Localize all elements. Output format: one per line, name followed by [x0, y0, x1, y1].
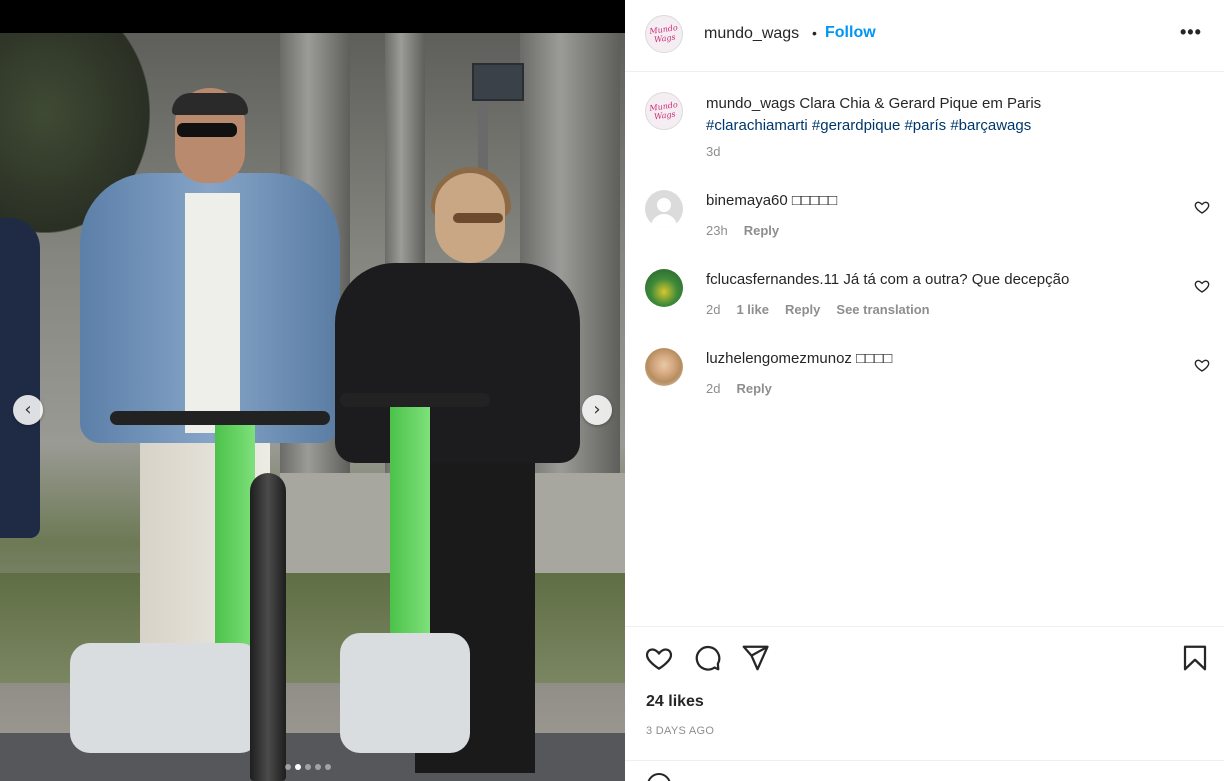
avatar-logo: Mundo Wags	[648, 23, 679, 45]
street-sign	[472, 63, 524, 101]
comment-text: fclucasfernandes.11 Já tá com a outra? Q…	[706, 271, 1069, 288]
chevron-left-icon: ‹	[24, 399, 32, 420]
carousel-dot	[305, 764, 311, 770]
scooter-base	[340, 633, 470, 753]
comment-body: □□□□	[856, 350, 893, 367]
post-header: Mundo Wags mundo_wags • Follow •••	[625, 0, 1224, 72]
next-slide-button[interactable]: ›	[582, 395, 612, 425]
heart-icon[interactable]	[1194, 357, 1210, 373]
commenter-username[interactable]: binemaya60	[706, 192, 788, 209]
heart-icon[interactable]	[1194, 199, 1210, 215]
carousel-dots	[285, 764, 331, 770]
comment: luzhelengomezmunoz □□□□ 2d Reply	[625, 347, 1224, 407]
commenter-avatar[interactable]	[645, 348, 683, 386]
author-avatar[interactable]: Mundo Wags	[645, 15, 683, 53]
caption-username[interactable]: mundo_wags	[706, 95, 795, 112]
white-shirt	[185, 193, 240, 433]
author-username[interactable]: mundo_wags	[704, 25, 799, 43]
caption-text: mundo_wags Clara Chia & Gerard Pique em …	[706, 93, 1206, 137]
comment-text: binemaya60 □□□□□	[706, 192, 837, 209]
comment: fclucasfernandes.11 Já tá com a outra? Q…	[625, 268, 1224, 328]
commenter-avatar[interactable]	[645, 269, 683, 307]
more-options-icon[interactable]: •••	[1180, 22, 1202, 43]
comment-likes[interactable]: 1 like	[736, 302, 769, 317]
commenter-avatar[interactable]	[645, 190, 683, 228]
photo-top-bar	[0, 0, 625, 33]
comment-meta: 23h Reply	[706, 223, 779, 238]
carousel-dot	[315, 764, 321, 770]
scooter-stem	[215, 413, 255, 653]
commenter-username[interactable]: fclucasfernandes.11	[706, 271, 839, 288]
carousel-dot	[285, 764, 291, 770]
post-photo: ‹ ›	[0, 0, 625, 781]
carousel-dot	[295, 764, 301, 770]
photo-scene	[0, 33, 625, 781]
comment-meta: 2d Reply	[706, 381, 772, 396]
comment-body: Já tá com a outra? Que decepção	[843, 271, 1070, 288]
heart-icon[interactable]	[1194, 278, 1210, 294]
hashtag[interactable]: #clarachiamarti	[706, 117, 808, 134]
caption-body: Clara Chia & Gerard Pique em Paris	[799, 95, 1042, 112]
caption-time[interactable]: 3d	[706, 144, 720, 159]
see-translation-button[interactable]: See translation	[836, 302, 929, 317]
reply-button[interactable]: Reply	[744, 223, 779, 238]
bookmark-icon[interactable]	[1180, 643, 1210, 673]
comment-time[interactable]: 2d	[706, 302, 720, 317]
reply-button[interactable]: Reply	[785, 302, 820, 317]
commenter-username[interactable]: luzhelengomezmunoz	[706, 350, 852, 367]
separator-dot: •	[812, 25, 817, 41]
scooter-stem	[390, 393, 430, 643]
likes-count[interactable]: 24 likes	[646, 693, 704, 711]
previous-slide-button[interactable]: ‹	[13, 395, 43, 425]
comment-text: luzhelengomezmunoz □□□□	[706, 350, 892, 367]
scooter-handlebar	[110, 411, 330, 425]
comment-icon[interactable]	[692, 643, 722, 673]
heart-icon[interactable]	[644, 643, 674, 673]
comment-meta: 2d 1 like Reply See translation	[706, 302, 930, 317]
bandana	[172, 93, 248, 115]
comment-time[interactable]: 2d	[706, 381, 720, 396]
partial-person	[0, 218, 40, 538]
carousel-dot	[325, 764, 331, 770]
bollard	[250, 473, 286, 781]
sunglasses	[453, 213, 503, 223]
post-actions: 24 likes 3 DAYS AGO	[625, 626, 1224, 781]
post-date[interactable]: 3 DAYS AGO	[646, 725, 714, 737]
caption-avatar[interactable]: Mundo Wags	[645, 92, 683, 130]
post-panel: Mundo Wags mundo_wags • Follow ••• Mundo…	[625, 0, 1224, 781]
comment: binemaya60 □□□□□ 23h Reply	[625, 189, 1224, 249]
sunglasses	[177, 123, 237, 137]
comment-time[interactable]: 23h	[706, 223, 728, 238]
scooter-base	[70, 643, 260, 753]
emoji-icon[interactable]	[647, 773, 671, 781]
chevron-right-icon: ›	[593, 399, 601, 420]
follow-button[interactable]: Follow	[825, 24, 876, 42]
divider	[625, 760, 1224, 761]
comment-body: □□□□□	[791, 192, 838, 209]
avatar-logo: Mundo Wags	[648, 100, 679, 122]
scooter-handlebar	[340, 393, 490, 407]
reply-button[interactable]: Reply	[736, 381, 771, 396]
hashtag[interactable]: #gerardpique	[812, 117, 900, 134]
share-icon[interactable]	[740, 643, 770, 673]
leather-jacket	[335, 263, 580, 463]
hashtag[interactable]: #parís	[904, 117, 946, 134]
hashtag[interactable]: #barçawags	[950, 117, 1031, 134]
